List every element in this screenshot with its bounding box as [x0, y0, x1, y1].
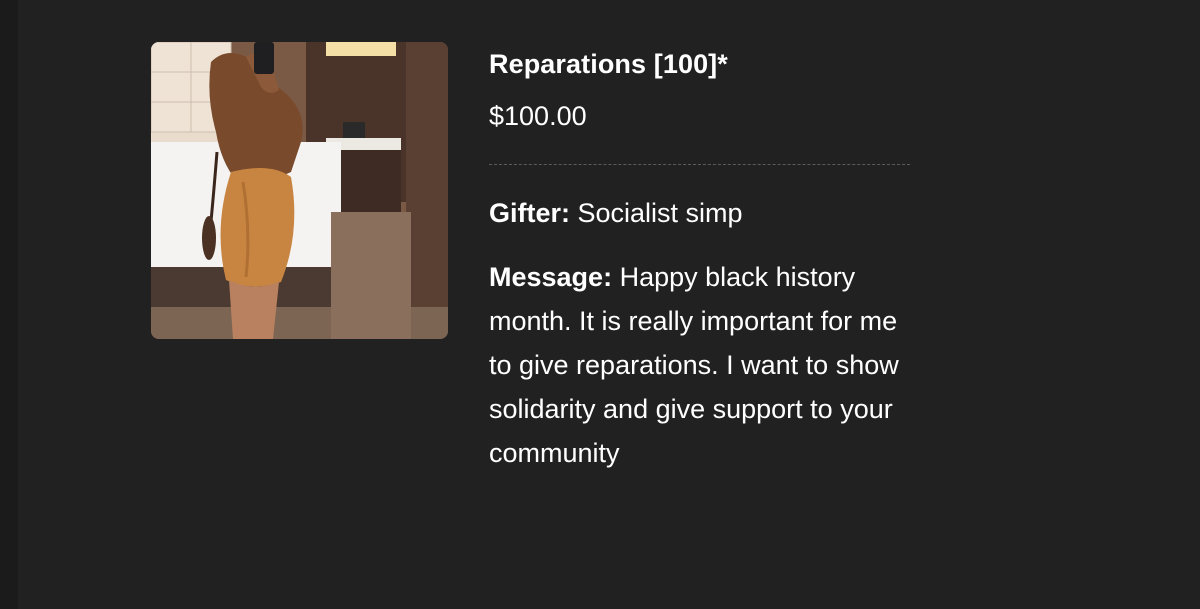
product-photo-illustration	[151, 42, 448, 339]
message-label: Message:	[489, 262, 613, 292]
gift-detail-page: Reparations [100]* $100.00 Gifter: Socia…	[0, 0, 1200, 609]
left-edge-strip	[0, 0, 18, 609]
item-title: Reparations [100]*	[489, 49, 728, 79]
message-row: Message: Happy black history month. It i…	[489, 255, 914, 475]
gifter-label: Gifter:	[489, 198, 570, 228]
item-details: Reparations [100]* $100.00 Gifter: Socia…	[489, 42, 919, 475]
product-photo	[151, 42, 448, 339]
dashed-divider	[489, 164, 910, 165]
gifter-value: Socialist simp	[577, 198, 743, 228]
item-price: $100.00	[489, 101, 587, 131]
message-value: Happy black history month. It is really …	[489, 262, 899, 468]
gifter-row: Gifter: Socialist simp	[489, 191, 919, 235]
